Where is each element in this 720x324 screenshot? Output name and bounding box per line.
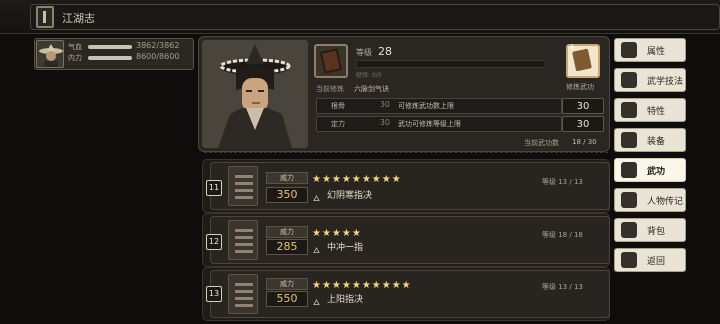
hp-value: 3862/3862 bbox=[136, 41, 180, 50]
current-practice-label: 当前修炼 bbox=[316, 85, 344, 93]
fire-icon: 🜂 bbox=[313, 246, 320, 255]
tab-martial-techniques[interactable]: 武学技法 bbox=[614, 68, 686, 92]
martial-art-icon bbox=[621, 72, 637, 88]
skill-index: 11 bbox=[206, 180, 222, 196]
character-portrait bbox=[202, 40, 308, 148]
skill-name: 中冲一指 bbox=[327, 243, 364, 253]
skill-level: 等级 13 / 13 bbox=[542, 283, 583, 291]
person-icon bbox=[621, 42, 637, 58]
trait-icon bbox=[621, 102, 637, 118]
skill-level: 等级 13 / 13 bbox=[542, 178, 583, 186]
book-icon[interactable] bbox=[36, 6, 54, 28]
skill-name: 幻阴寒指决 bbox=[327, 191, 373, 201]
power-label: 威力 bbox=[266, 278, 308, 290]
exp-bar bbox=[356, 60, 546, 68]
practice-label: 修炼武功 bbox=[566, 83, 594, 91]
attribute-value: 30 bbox=[562, 116, 604, 132]
power-value: 285 bbox=[266, 239, 308, 255]
total-skills-label: 当前武功数 bbox=[524, 139, 559, 147]
exp-text: 经验: 0/0 bbox=[356, 72, 382, 79]
return-icon bbox=[621, 252, 637, 268]
sword-icon bbox=[621, 132, 637, 148]
plus-icon: + bbox=[568, 42, 577, 53]
power-value: 550 bbox=[266, 291, 308, 307]
fire-icon: 🜂 bbox=[313, 194, 320, 203]
book-icon bbox=[621, 162, 637, 178]
attribute-label: 根骨 bbox=[331, 102, 345, 110]
mp-label: 内力 bbox=[68, 54, 82, 62]
rating-stars: ★★★★★ bbox=[312, 228, 362, 239]
tab-equipment[interactable]: 装备 bbox=[614, 128, 686, 152]
tab-bag[interactable]: 背包 bbox=[614, 218, 686, 242]
attribute-label: 定力 bbox=[331, 120, 345, 128]
skill-icon bbox=[228, 274, 258, 314]
page-title: 江湖志 bbox=[62, 12, 95, 25]
fire-icon: 🜂 bbox=[313, 298, 320, 307]
tab-biography[interactable]: 人物传记 bbox=[614, 188, 686, 212]
rating-stars: ★★★★★★★★★★ bbox=[312, 280, 412, 291]
attribute-num: 30 bbox=[379, 118, 390, 127]
portrait-image bbox=[202, 40, 308, 148]
hp-bar bbox=[88, 45, 132, 49]
attribute-desc: 可修炼武功数上限 bbox=[398, 102, 454, 110]
avatar bbox=[36, 40, 64, 68]
level-label: 等级 bbox=[356, 48, 372, 57]
tab-return[interactable]: 返回 bbox=[614, 248, 686, 272]
power-label: 威力 bbox=[266, 226, 308, 238]
tab-martial-arts[interactable]: 武功 bbox=[614, 158, 686, 182]
skill-index: 12 bbox=[206, 234, 222, 250]
mp-bar bbox=[88, 56, 132, 60]
title-frame bbox=[30, 4, 720, 30]
skill-icon bbox=[228, 220, 258, 260]
attribute-num: 30 bbox=[379, 100, 390, 109]
bag-icon bbox=[621, 222, 637, 238]
skill-level: 等级 18 / 18 bbox=[542, 231, 583, 239]
current-practice-value: 六脉剑气诀 bbox=[354, 85, 389, 93]
skill-icon bbox=[228, 166, 258, 206]
power-value: 350 bbox=[266, 187, 308, 203]
biography-icon bbox=[621, 192, 637, 208]
avatar-image bbox=[39, 44, 63, 67]
tab-traits[interactable]: 特性 bbox=[614, 98, 686, 122]
attribute-desc: 武功可修炼等级上限 bbox=[398, 120, 461, 128]
hp-label: 气血 bbox=[68, 43, 82, 51]
total-skills-value: 18 / 30 bbox=[572, 138, 597, 146]
mp-value: 8600/8600 bbox=[136, 52, 180, 61]
power-label: 威力 bbox=[266, 172, 308, 184]
skill-name: 上阳指决 bbox=[327, 295, 364, 305]
level-value: 28 bbox=[378, 45, 392, 58]
skill-index: 13 bbox=[206, 286, 222, 302]
rating-stars: ★★★★★★★★★ bbox=[312, 174, 402, 185]
tab-attributes[interactable]: 属性 bbox=[614, 38, 686, 62]
attribute-value: 30 bbox=[562, 98, 604, 114]
